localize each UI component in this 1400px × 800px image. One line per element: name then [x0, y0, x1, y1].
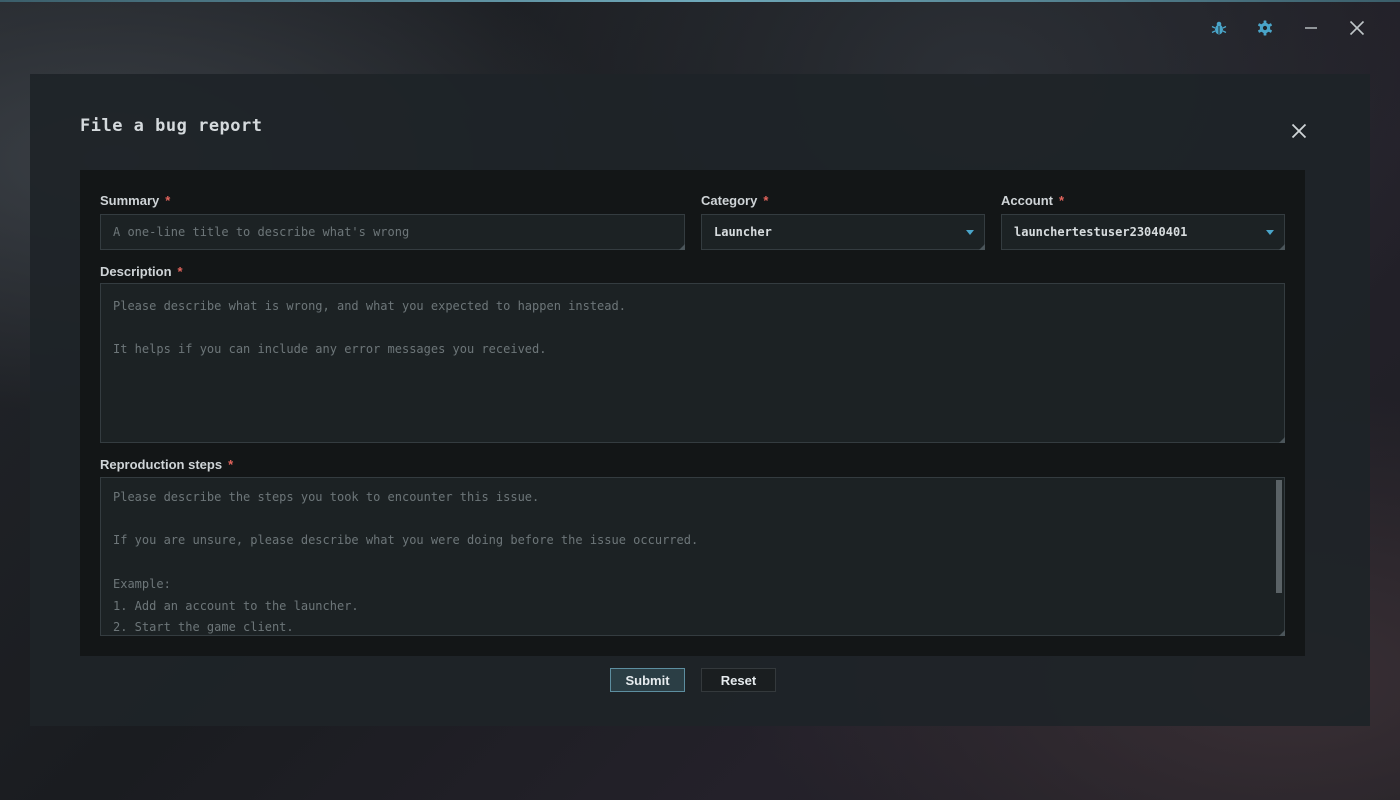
window-close-button[interactable]: [1334, 14, 1380, 42]
required-marker: *: [228, 457, 234, 472]
close-icon: [1349, 20, 1365, 36]
reset-button[interactable]: Reset: [701, 668, 776, 692]
summary-label: Summary *: [100, 193, 171, 208]
submit-button[interactable]: Submit: [610, 668, 685, 692]
account-select[interactable]: launchertestuser23040401: [1001, 214, 1285, 250]
settings-button[interactable]: [1242, 14, 1288, 42]
summary-placeholder: A one-line title to describe what's wron…: [113, 225, 410, 239]
category-selected: Launcher: [714, 225, 772, 239]
category-select[interactable]: Launcher: [701, 214, 985, 250]
gear-icon: [1258, 20, 1272, 36]
close-icon: [1291, 123, 1307, 139]
reproduction-label: Reproduction steps *: [100, 457, 234, 472]
account-selected: launchertestuser23040401: [1014, 225, 1188, 239]
reproduction-placeholder: Please describe the steps you took to en…: [113, 490, 699, 635]
description-textarea[interactable]: Please describe what is wrong, and what …: [100, 283, 1285, 443]
minimize-icon: [1305, 27, 1317, 29]
bug-report-form: Summary * A one-line title to describe wh…: [80, 170, 1305, 656]
chevron-down-icon: [1266, 230, 1274, 235]
category-label: Category *: [701, 193, 769, 208]
summary-input[interactable]: A one-line title to describe what's wron…: [100, 214, 685, 250]
dialog-title: File a bug report: [80, 116, 263, 136]
bug-icon: [1211, 21, 1227, 35]
reproduction-textarea[interactable]: Please describe the steps you took to en…: [100, 477, 1285, 636]
required-marker: *: [1059, 193, 1065, 208]
required-marker: *: [177, 264, 183, 279]
dialog-close-button[interactable]: [1288, 120, 1310, 142]
description-label: Description *: [100, 264, 183, 279]
required-marker: *: [763, 193, 769, 208]
chevron-down-icon: [966, 230, 974, 235]
bug-report-dialog: File a bug report Summary * A one-line ti…: [30, 74, 1370, 726]
account-label: Account *: [1001, 193, 1065, 208]
bug-report-button[interactable]: [1196, 14, 1242, 42]
minimize-button[interactable]: [1288, 14, 1334, 42]
reproduction-scrollbar[interactable]: [1276, 480, 1282, 593]
window-top-accent: [0, 0, 1400, 2]
description-placeholder: Please describe what is wrong, and what …: [113, 299, 626, 357]
window-controls: [1196, 14, 1380, 42]
required-marker: *: [165, 193, 171, 208]
